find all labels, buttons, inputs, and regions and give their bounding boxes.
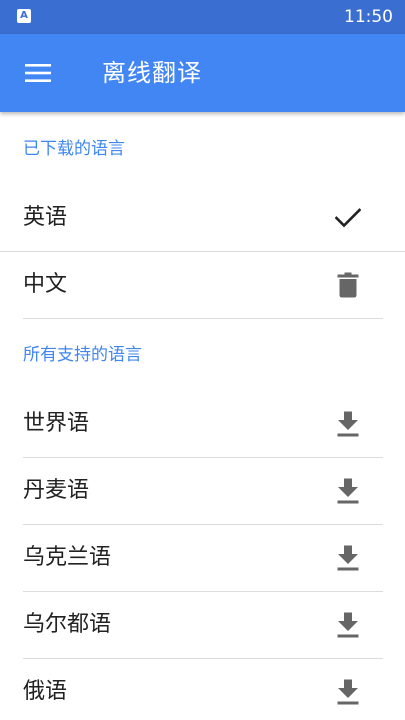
language-label: 中文 [23, 272, 68, 297]
download-icon [337, 478, 359, 504]
delete-button[interactable] [328, 265, 368, 305]
download-button[interactable] [328, 672, 368, 712]
app-notification-icon-letter: A [20, 10, 28, 21]
language-row-english[interactable]: 英语 [0, 185, 405, 251]
language-label: 丹麦语 [23, 478, 90, 503]
language-label: 俄语 [23, 679, 68, 704]
language-row-esperanto[interactable]: 世界语 [0, 391, 405, 457]
language-row-chinese[interactable]: 中文 [0, 252, 405, 318]
section-header-downloaded: 已下载的语言 [23, 139, 125, 159]
download-icon [337, 411, 359, 437]
download-icon [337, 679, 359, 705]
section-header-all: 所有支持的语言 [23, 345, 142, 365]
status-time: 11:50 [344, 7, 393, 27]
app-bar: 离线翻译 [0, 34, 405, 112]
download-button[interactable] [328, 471, 368, 511]
language-list: 已下载的语言 英语 中文 所有支持的语言 世界语 丹麦语 乌克兰语 乌尔都语 俄… [0, 112, 405, 720]
download-icon [337, 612, 359, 638]
download-button[interactable] [328, 404, 368, 444]
download-icon [337, 545, 359, 571]
downloaded-status [328, 198, 368, 238]
language-label: 英语 [23, 205, 68, 230]
checkmark-icon [335, 208, 361, 228]
trash-icon [337, 272, 359, 298]
page-title: 离线翻译 [102, 59, 202, 87]
language-label: 乌尔都语 [23, 612, 112, 637]
status-bar: A 11:50 [0, 0, 405, 34]
hamburger-menu-icon [25, 64, 51, 82]
language-row-danish[interactable]: 丹麦语 [0, 458, 405, 524]
language-row-ukrainian[interactable]: 乌克兰语 [0, 525, 405, 591]
download-button[interactable] [328, 538, 368, 578]
app-notification-icon: A [17, 9, 31, 23]
divider [23, 318, 383, 319]
language-row-russian[interactable]: 俄语 [0, 659, 405, 720]
language-row-urdu[interactable]: 乌尔都语 [0, 592, 405, 658]
download-button[interactable] [328, 605, 368, 645]
language-label: 世界语 [23, 411, 90, 436]
menu-button[interactable] [14, 49, 62, 97]
language-label: 乌克兰语 [23, 545, 112, 570]
